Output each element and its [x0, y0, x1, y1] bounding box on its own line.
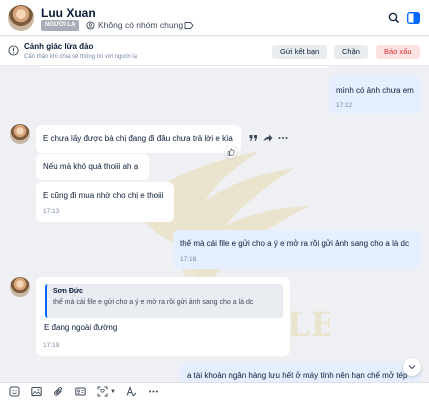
incoming-message[interactable]: Nếu mà khó quá thoiii ah ạ [36, 154, 149, 180]
banner-title: Cảnh giác lừa đảo [24, 42, 94, 51]
message-text: mình có ảnh chưa em [336, 86, 414, 95]
search-icon [388, 12, 400, 24]
attachment-icon [53, 387, 62, 396]
more-tools-button[interactable] [148, 386, 160, 398]
block-button[interactable]: Chặn [334, 45, 368, 59]
search-button[interactable] [386, 10, 402, 26]
attach-file-button[interactable] [52, 386, 64, 398]
quote-icon[interactable] [248, 133, 258, 143]
quote-author: Sơn Đức [53, 288, 83, 295]
sticker-icon [9, 386, 19, 397]
message-text: E đang ngoài đường [44, 323, 118, 332]
screenshot-button[interactable] [96, 386, 108, 398]
quoted-message[interactable]: Sơn Đức thế mà cái file e gửi cho a ý e … [45, 284, 283, 318]
message-actions [248, 133, 288, 143]
screenshot-icon [97, 386, 107, 397]
conversation-info-button[interactable] [405, 10, 421, 26]
format-icon [126, 386, 137, 397]
incoming-message[interactable]: E chưa lấy được bà chị đang đi đâu chưa … [36, 125, 241, 153]
more-icon [149, 390, 159, 393]
sender-avatar[interactable] [10, 124, 30, 144]
chevron-down-icon[interactable]: ▼ [110, 389, 116, 395]
group-status-label: Không có nhóm chung [98, 20, 184, 30]
group-status[interactable]: Không có nhóm chung [86, 20, 183, 30]
send-contact-card-button[interactable] [74, 386, 86, 398]
banner-subtitle: Cẩn thận khi chia sẻ thông tin với người… [24, 54, 137, 60]
quote-text: thế mà cái file e gửi cho a ý e mở ra rồ… [53, 299, 254, 306]
outgoing-message[interactable]: thế mà cái file e gửi cho a ý e mở ra rồ… [173, 230, 421, 269]
message-time: 17:18 [180, 256, 197, 263]
incoming-message[interactable]: E cũng đi mua nhờ cho chị e thoiii 17:13 [36, 182, 174, 222]
thumbs-up-icon [227, 148, 235, 156]
message-time: 17:12 [336, 102, 353, 109]
stranger-badge: NGƯỜI LẠ [41, 20, 80, 31]
people-icon [86, 20, 95, 30]
warning-icon [8, 45, 19, 56]
scam-warning-banner: Cảnh giác lừa đảo Cẩn thận khi chia sẻ t… [0, 37, 429, 66]
message-text: Nếu mà khó quá thoiii ah ạ [43, 162, 139, 171]
tag-icon[interactable] [184, 21, 194, 30]
side-panel-icon [406, 12, 420, 24]
contact-name[interactable]: Luu Xuan [41, 6, 96, 20]
avatar[interactable] [8, 5, 34, 31]
chevron-down-icon [408, 365, 416, 370]
message-text: E chưa lấy được bà chị đang đi đâu chưa … [43, 134, 233, 143]
composer-toolbar: ▼ [0, 382, 429, 400]
message-list[interactable]: EAGLE GOLF mình có ảnh chưa em 17:12 E c… [0, 66, 429, 382]
react-button[interactable] [225, 146, 237, 158]
message-text: E cũng đi mua nhờ cho chị e thoiii [43, 191, 164, 200]
text-format-button[interactable] [126, 386, 138, 398]
scroll-to-bottom-button[interactable] [403, 358, 421, 376]
report-button[interactable]: Báo xấu [376, 45, 420, 59]
business-card-icon [74, 387, 86, 396]
chat-header: Luu Xuan NGƯỜI LẠ Không có nhóm chung [0, 0, 429, 36]
message-text: thế mà cái file e gửi cho a ý e mở ra rồ… [180, 239, 409, 248]
image-icon [30, 387, 42, 396]
add-friend-button[interactable]: Gửi kết bạn [272, 45, 328, 59]
forward-icon[interactable] [263, 133, 273, 143]
previous-message-edge [37, 66, 332, 68]
outgoing-message[interactable]: mình có ảnh chưa em 17:12 [329, 75, 421, 114]
sticker-button[interactable] [8, 386, 20, 398]
message-time: 17:19 [43, 342, 60, 349]
message-text: a tài khoản ngân hàng lưu hết ở máy tính… [187, 371, 408, 380]
more-options-icon[interactable] [278, 133, 288, 143]
outgoing-message[interactable]: a tài khoản ngân hàng lưu hết ở máy tính… [180, 363, 421, 382]
message-time: 17:13 [43, 208, 60, 215]
sender-avatar[interactable] [10, 277, 30, 297]
send-image-button[interactable] [30, 386, 42, 398]
